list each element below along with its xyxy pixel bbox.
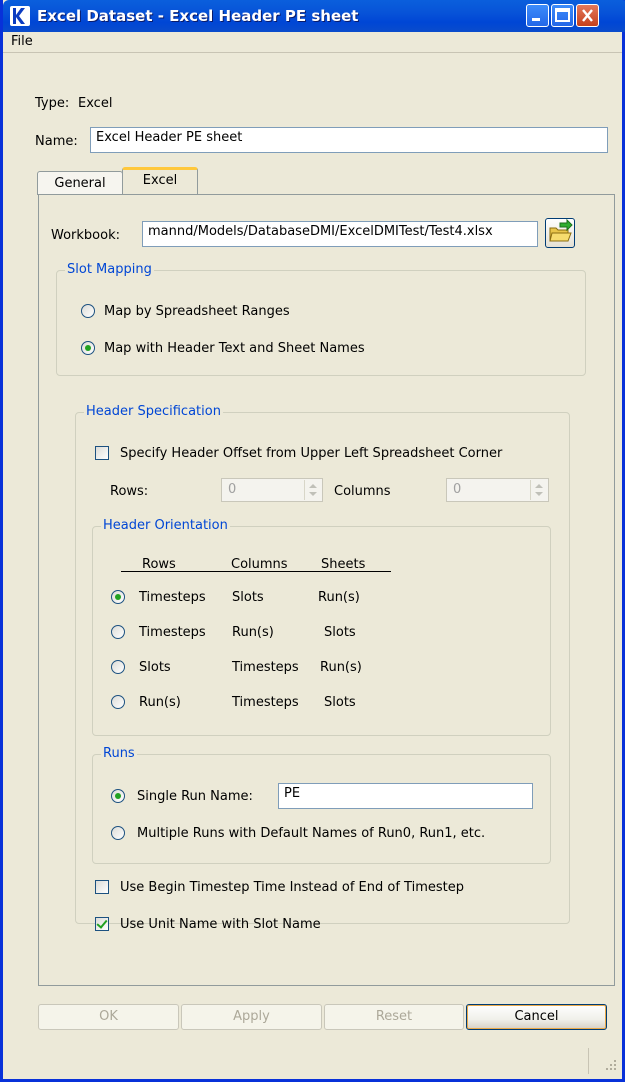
menu-file[interactable]: File [11,34,33,49]
orientation-2-rows[interactable]: Timesteps [139,625,206,640]
cancel-button[interactable]: Cancel [466,1004,607,1030]
orientation-1-sheets[interactable]: Run(s) [318,590,360,605]
orientation-header-columns: Columns [231,557,288,572]
workbook-field[interactable]: mannd/Models/DatabaseDMI/ExcelDMITest/Te… [142,221,538,247]
status-separator [588,1048,589,1074]
tab-excel[interactable]: Excel [122,167,198,195]
orientation-header-sheets: Sheets [321,557,366,572]
columns-offset-spinner[interactable]: 0 [446,478,549,502]
map-with-header-radio[interactable] [81,341,95,355]
spinner-arrows-icon[interactable] [530,480,547,500]
orientation-3-rows[interactable]: Slots [139,660,171,675]
browse-workbook-button[interactable] [545,218,575,248]
single-run-name-field[interactable]: PE [278,783,533,809]
orientation-radio-3[interactable] [111,660,125,674]
type-label: Type: [35,96,70,111]
orientation-3-sheets[interactable]: Run(s) [320,660,362,675]
orientation-2-sheets[interactable]: Slots [324,625,356,640]
runs-legend: Runs [101,746,137,761]
slot-mapping-legend: Slot Mapping [65,262,154,277]
begin-timestep-checkbox[interactable] [95,880,109,894]
orientation-radio-1[interactable] [111,590,125,604]
orientation-radio-2[interactable] [111,625,125,639]
orientation-header-underline [121,571,391,572]
begin-timestep-label[interactable]: Use Begin Timestep Time Instead of End o… [120,880,464,895]
rows-offset-spinner[interactable]: 0 [221,478,323,502]
spinner-arrows-icon[interactable] [304,480,321,500]
type-value: Excel [78,96,113,111]
reset-button[interactable]: Reset [324,1004,464,1030]
map-with-header-label[interactable]: Map with Header Text and Sheet Names [104,341,365,356]
orientation-4-columns[interactable]: Timesteps [232,695,299,710]
rows-label: Rows: [110,484,149,499]
header-orientation-legend: Header Orientation [101,518,230,533]
header-specification-legend: Header Specification [84,404,223,419]
orientation-2-columns[interactable]: Run(s) [232,625,274,640]
map-by-ranges-label[interactable]: Map by Spreadsheet Ranges [104,304,290,319]
resize-grip-icon[interactable] [604,1058,618,1072]
columns-label: Columns [334,484,391,499]
workbook-label: Workbook: [51,228,120,243]
unit-name-label[interactable]: Use Unit Name with Slot Name [120,917,321,932]
apply-button[interactable]: Apply [181,1004,322,1030]
app-icon [10,6,30,26]
close-icon[interactable] [576,4,599,27]
orientation-radio-4[interactable] [111,695,125,709]
runs-group: Runs [92,746,551,864]
header-offset-label[interactable]: Specify Header Offset from Upper Left Sp… [120,446,502,461]
minimize-icon[interactable] [526,4,549,27]
dialog-window: Excel Dataset - Excel Header PE sheet Fi… [0,0,625,1082]
folder-open-icon [549,218,573,242]
window-title: Excel Dataset - Excel Header PE sheet [37,7,359,25]
maximize-icon[interactable] [551,4,574,27]
multiple-runs-label[interactable]: Multiple Runs with Default Names of Run0… [137,826,485,841]
orientation-4-sheets[interactable]: Slots [324,695,356,710]
title-bar[interactable]: Excel Dataset - Excel Header PE sheet [3,0,625,32]
single-run-radio[interactable] [111,789,125,803]
orientation-3-columns[interactable]: Timesteps [232,660,299,675]
slot-mapping-group: Slot Mapping [56,262,586,376]
rows-offset-value: 0 [228,482,237,497]
name-label: Name: [35,134,78,149]
header-offset-checkbox[interactable] [95,446,109,460]
orientation-1-columns[interactable]: Slots [232,590,264,605]
tab-general[interactable]: General [37,171,123,195]
multiple-runs-radio[interactable] [111,826,125,840]
ok-button[interactable]: OK [38,1004,179,1030]
columns-offset-value: 0 [453,482,462,497]
name-field[interactable]: Excel Header PE sheet [90,127,608,153]
menu-bar: File [3,32,622,53]
single-run-label[interactable]: Single Run Name: [137,789,253,804]
orientation-1-rows[interactable]: Timesteps [139,590,206,605]
map-by-ranges-radio[interactable] [81,304,95,318]
orientation-4-rows[interactable]: Run(s) [139,695,181,710]
orientation-header-rows: Rows [142,557,176,572]
unit-name-checkbox[interactable] [95,917,109,931]
